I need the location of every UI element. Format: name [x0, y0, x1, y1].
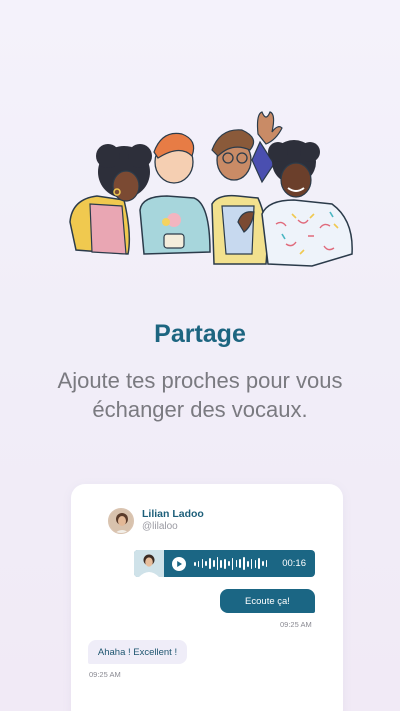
contact-header: Lilian Ladoo @lilaloo: [108, 508, 204, 534]
person-photo-icon: [134, 550, 164, 577]
subtitle-line: échanger des vocaux.: [92, 397, 308, 422]
contact-handle: @lilaloo: [142, 521, 178, 532]
voice-message-thumbnail: [134, 550, 164, 577]
voice-duration: 00:16: [282, 558, 306, 569]
play-icon: [177, 560, 182, 567]
voice-message[interactable]: 00:16: [134, 550, 315, 577]
received-message-time: 09:25 AM: [89, 670, 121, 679]
friends-group-illustration: [69, 111, 353, 267]
subtitle-line: Ajoute tes proches pour vous: [57, 368, 343, 393]
sent-message-bubble: Ecoute ça!: [220, 589, 315, 613]
contact-info: Lilian Ladoo @lilaloo: [142, 508, 204, 532]
chat-preview-card: Lilian Ladoo @lilaloo 00:16 Ecoute ça! 0…: [71, 484, 343, 711]
avatar: [108, 508, 134, 534]
received-message-bubble: Ahaha ! Excellent !: [88, 640, 187, 664]
sent-message-time: 09:25 AM: [280, 620, 312, 629]
waveform: [194, 557, 270, 571]
play-button[interactable]: [172, 556, 186, 571]
contact-name: Lilian Ladoo: [142, 508, 204, 520]
page-title: Partage: [154, 320, 246, 348]
person-photo-icon: [109, 509, 133, 533]
page-subtitle: Ajoute tes proches pour vous échanger de…: [20, 366, 380, 424]
